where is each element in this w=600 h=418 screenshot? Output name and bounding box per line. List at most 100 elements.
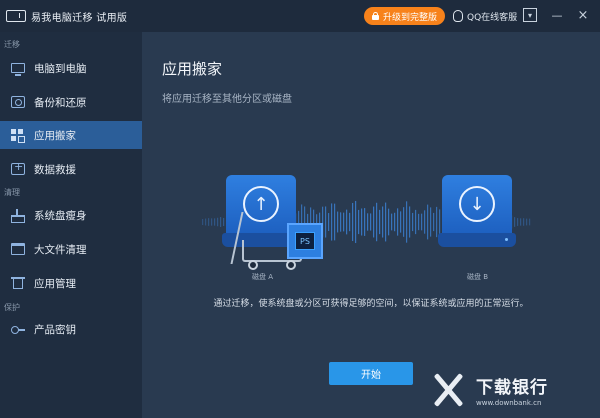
sidebar-item-label: 备份和还原 (34, 96, 87, 109)
section-label-clean: 清理 (4, 188, 20, 197)
sidebar-item-large-files[interactable]: 大文件清理 (0, 235, 142, 263)
wave-bar (379, 209, 381, 235)
broom-icon (11, 209, 25, 223)
sidebar-item-data-rescue[interactable]: 数据救援 (0, 155, 142, 183)
wave-bar (211, 218, 213, 226)
sidebar-item-product-key[interactable]: 产品密钥 (0, 315, 142, 343)
wave-bar (217, 217, 219, 227)
photoshop-icon: PS (295, 232, 315, 250)
monitor-icon (11, 63, 25, 76)
disk-b-label: 磁盘 B (467, 273, 489, 281)
qq-icon (453, 10, 463, 22)
key-icon (11, 323, 25, 335)
wave-bar (523, 218, 525, 226)
folder-icon (11, 243, 25, 255)
sidebar-item-label: 数据救援 (34, 163, 76, 176)
qq-service-button[interactable]: QQ在线客服 (453, 8, 517, 24)
wave-bar (205, 218, 207, 226)
wave-bar (355, 200, 357, 244)
wave-bar (430, 207, 432, 237)
wave-bar (334, 203, 336, 241)
wave-bar (388, 208, 390, 236)
upgrade-button[interactable]: 升级到完整版 (364, 7, 445, 25)
sidebar-item-label: 大文件清理 (34, 243, 87, 256)
wave-bar (349, 212, 351, 232)
wave-bar (424, 210, 426, 234)
wave-bar (415, 209, 417, 235)
sidebar: 迁移 电脑到电脑 备份和还原 应用搬家 数据救援 清理 系统盘瘦身 大文件清理 … (0, 32, 142, 418)
wave-bar (394, 212, 396, 232)
wave-bar (391, 213, 393, 231)
wave-bar (202, 219, 204, 225)
wave-bar (529, 218, 531, 226)
watermark-title: 下载银行 (476, 378, 548, 398)
title-bar: 易我电脑迁移 试用版 升级到完整版 QQ在线客服 ▾ — × (0, 0, 600, 32)
watermark-url: www.downbank.cn (476, 399, 542, 407)
qq-service-label: QQ在线客服 (467, 12, 518, 23)
wave-bar (337, 211, 339, 233)
start-button[interactable]: 开始 (329, 362, 413, 385)
trash-icon (11, 277, 25, 289)
wave-bar (370, 213, 372, 231)
sidebar-item-label: 系统盘瘦身 (34, 209, 87, 222)
wave-bar (418, 213, 420, 231)
wave-bar (433, 212, 435, 232)
wave-bar (520, 218, 522, 226)
wave-bar (367, 213, 369, 231)
wave-bar (412, 212, 414, 232)
wave-bar (214, 218, 216, 226)
main-panel: 应用搬家 将应用迁移至其他分区或磁盘 ↑ 磁盘 A PS ↓ 磁盘 B 通过迁移… (142, 32, 600, 418)
sidebar-item-backup-restore[interactable]: 备份和还原 (0, 88, 142, 116)
close-icon[interactable]: × (576, 8, 590, 23)
wave-bar (343, 212, 345, 232)
wave-bar (325, 206, 327, 238)
wave-bar (397, 208, 399, 236)
page-subtitle: 将应用迁移至其他分区或磁盘 (162, 94, 292, 105)
wave-bar (358, 209, 360, 235)
wave-bar (340, 212, 342, 232)
apps-icon (11, 129, 25, 143)
wave-bar (403, 207, 405, 237)
app-title: 易我电脑迁移 试用版 (31, 12, 128, 24)
watermark: 下载银行 www.downbank.cn (430, 368, 548, 412)
section-label-migrate: 迁移 (4, 40, 20, 49)
page-title: 应用搬家 (162, 60, 223, 78)
sidebar-item-label: 应用管理 (34, 277, 76, 290)
wave-bar (400, 211, 402, 233)
wave-bar (376, 202, 378, 242)
wave-bar (361, 208, 363, 236)
wave-bar (373, 206, 375, 238)
sidebar-item-app-management[interactable]: 应用管理 (0, 269, 142, 297)
wave-bar (382, 206, 384, 238)
wave-bar (406, 201, 408, 243)
wave-bar (346, 209, 348, 235)
cart-icon: PS (230, 212, 323, 274)
backup-icon (11, 96, 25, 108)
wave-bar (364, 208, 366, 236)
app-box-icon: PS (287, 223, 323, 259)
sidebar-item-pc-to-pc[interactable]: 电脑到电脑 (0, 54, 142, 82)
sidebar-item-label: 产品密钥 (34, 323, 76, 336)
app-logo-icon (6, 10, 26, 22)
dropdown-menu-icon[interactable]: ▾ (523, 8, 537, 22)
wave-bar (328, 213, 330, 231)
wave-bar (427, 204, 429, 240)
section-label-protect: 保护 (4, 303, 20, 312)
wave-bar (352, 202, 354, 242)
download-arrow-icon: ↓ (459, 186, 495, 222)
disk-b-icon: ↓ (438, 175, 518, 255)
minimize-icon[interactable]: — (550, 8, 564, 22)
sidebar-item-label: 应用搬家 (34, 129, 76, 142)
wave-bar (421, 213, 423, 231)
lock-icon (371, 12, 379, 20)
upgrade-label: 升级到完整版 (382, 12, 437, 23)
wave-bar (409, 206, 411, 238)
sidebar-item-label: 电脑到电脑 (34, 62, 87, 75)
sidebar-item-system-slim[interactable]: 系统盘瘦身 (0, 201, 142, 229)
description-text: 通过迁移，使系统盘或分区可获得足够的空间，以保证系统或应用的正常运行。 (213, 299, 529, 309)
wave-bar (385, 202, 387, 242)
wave-bar (526, 218, 528, 226)
wave-bar (208, 218, 210, 226)
wave-bar (331, 203, 333, 241)
sidebar-item-app-migration[interactable]: 应用搬家 (0, 121, 142, 149)
